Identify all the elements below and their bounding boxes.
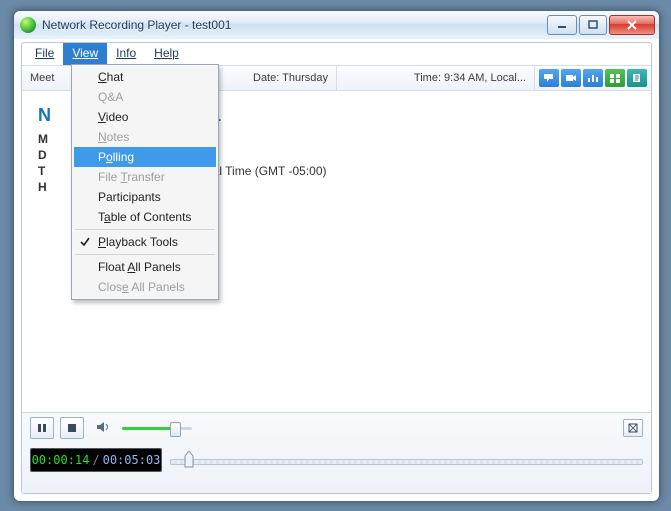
menu-toc[interactable]: Table of Contents bbox=[74, 207, 216, 227]
controls-row-1 bbox=[22, 413, 651, 443]
chat-icon[interactable] bbox=[539, 69, 559, 87]
controls-row-2: 00:00:14 / 00:05:03 bbox=[22, 443, 651, 477]
menu-chat[interactable]: Chat bbox=[74, 67, 216, 87]
toc-icon[interactable] bbox=[627, 69, 647, 87]
app-window: Network Recording Player - test001 File … bbox=[13, 10, 660, 502]
menu-file[interactable]: File bbox=[26, 43, 63, 65]
playback-controls: 00:00:14 / 00:05:03 bbox=[22, 412, 651, 493]
menu-separator bbox=[75, 229, 215, 230]
toolbar-date: Date: Thursday bbox=[245, 66, 337, 90]
menubar: File View Info Help bbox=[22, 43, 651, 66]
menu-polling[interactable]: Polling bbox=[74, 147, 216, 167]
close-button[interactable] bbox=[609, 15, 655, 35]
participants-icon[interactable] bbox=[605, 69, 625, 87]
menu-help[interactable]: Help bbox=[145, 43, 188, 65]
menu-info[interactable]: Info bbox=[107, 43, 145, 65]
menu-close-all: Close All Panels bbox=[74, 277, 216, 297]
volume-slider[interactable] bbox=[122, 421, 192, 435]
menu-float-all[interactable]: Float All Panels bbox=[74, 257, 216, 277]
check-icon bbox=[79, 236, 91, 251]
timeline-slider[interactable] bbox=[170, 449, 643, 471]
video-icon[interactable] bbox=[561, 69, 581, 87]
volume-thumb[interactable] bbox=[170, 422, 181, 437]
window-buttons bbox=[547, 15, 655, 35]
stop-button[interactable] bbox=[60, 417, 84, 439]
pause-button[interactable] bbox=[30, 417, 54, 439]
menu-participants[interactable]: Participants bbox=[74, 187, 216, 207]
menu-file-transfer: File Transfer bbox=[74, 167, 216, 187]
view-dropdown: Chat Q&A Video Notes Polling File Transf… bbox=[71, 64, 219, 300]
volume-icon bbox=[96, 421, 110, 436]
panel-icon-bar bbox=[535, 69, 651, 87]
menu-view[interactable]: View bbox=[63, 43, 107, 65]
app-icon bbox=[20, 17, 36, 33]
window-title: Network Recording Player - test001 bbox=[42, 18, 547, 32]
minimize-button[interactable] bbox=[547, 15, 577, 35]
time-display: 00:00:14 / 00:05:03 bbox=[30, 448, 162, 472]
menu-video[interactable]: Video bbox=[74, 107, 216, 127]
time-total: 00:05:03 bbox=[103, 453, 161, 467]
toolbar-time: Time: 9:34 AM, Local... bbox=[406, 66, 535, 90]
polling-icon[interactable] bbox=[583, 69, 603, 87]
time-current: 00:00:14 bbox=[32, 453, 90, 467]
titlebar: Network Recording Player - test001 bbox=[14, 11, 659, 39]
menu-separator bbox=[75, 254, 215, 255]
menu-qa: Q&A bbox=[74, 87, 216, 107]
maximize-button[interactable] bbox=[579, 15, 607, 35]
menu-notes: Notes bbox=[74, 127, 216, 147]
menu-playback-tools[interactable]: Playback Tools bbox=[74, 232, 216, 252]
fullscreen-button[interactable] bbox=[623, 419, 643, 437]
timeline-playhead[interactable] bbox=[184, 451, 194, 472]
